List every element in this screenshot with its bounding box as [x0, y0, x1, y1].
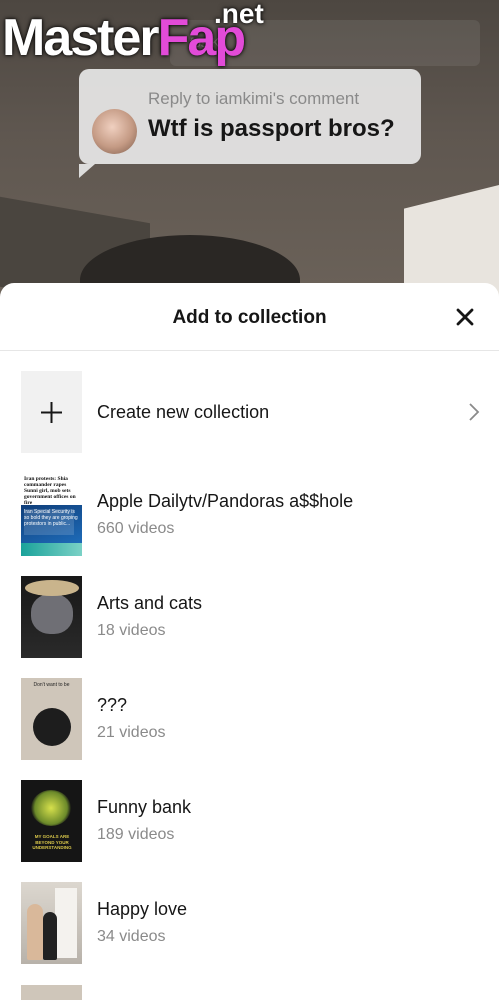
- watermark-suffix: .net: [214, 0, 264, 29]
- thumbnail-stripe: [21, 543, 82, 556]
- reply-comment-text: Wtf is passport bros?: [148, 115, 395, 142]
- collection-name: Apple Dailytv/Pandoras a$$hole: [97, 491, 354, 511]
- reply-comment-bubble[interactable]: Reply to iamkimi's comment Wtf is passpo…: [79, 69, 421, 178]
- collection-name: ???: [97, 695, 128, 715]
- thumbnail-cat: [31, 594, 73, 634]
- collection-item[interactable]: Iran protests: Shia commander rapes Sunn…: [21, 474, 481, 556]
- collection-item[interactable]: Don't want to be ??? 21 videos: [21, 678, 481, 760]
- create-collection-thumb: [21, 371, 82, 453]
- sheet-header: Add to collection: [0, 283, 499, 351]
- collection-item[interactable]: Happy love 34 videos: [21, 882, 481, 964]
- add-to-collection-sheet: Add to collection Create new collection …: [0, 283, 499, 1000]
- reply-label: Reply to iamkimi's comment: [148, 89, 360, 108]
- sheet-title: Add to collection: [172, 307, 327, 328]
- thumbnail-person: [43, 912, 57, 960]
- thumbnail-hat: [25, 580, 79, 596]
- collection-thumbnail: [21, 882, 82, 964]
- create-new-collection-row[interactable]: Create new collection: [21, 371, 481, 453]
- plus-icon: [41, 402, 62, 423]
- collection-thumbnail: [21, 576, 82, 658]
- collection-count: 21 videos: [97, 724, 166, 741]
- thumbnail-cat: [33, 708, 71, 746]
- thumbnail-headline: Iran protests: Shia commander rapes Sunn…: [24, 476, 76, 506]
- collection-count: 34 videos: [97, 928, 166, 945]
- watermark-logo: MasterFap .net: [2, 0, 264, 68]
- collection-item[interactable]: MY GOALS ARE BEYOND YOUR UNDERSTANDING F…: [21, 780, 481, 862]
- collection-thumbnail: Don't want to be: [21, 678, 82, 760]
- next-collection-thumbnail-peek: [21, 985, 82, 1000]
- collection-name: Arts and cats: [97, 593, 203, 613]
- collection-thumbnail: Iran protests: Shia commander rapes Sunn…: [21, 474, 82, 556]
- collection-count: 189 videos: [97, 826, 175, 843]
- thumbnail-overlay-panel: Iran Special Security is so bold they ar…: [21, 505, 82, 543]
- thumbnail-door: [55, 888, 77, 958]
- collection-name: Funny bank: [97, 797, 192, 817]
- thumbnail-overlay-text: Iran Special Security is so bold they ar…: [24, 509, 78, 527]
- watermark-brand-left: Master: [2, 9, 160, 67]
- close-icon[interactable]: [453, 305, 477, 329]
- collection-count: 660 videos: [97, 520, 175, 537]
- thumbnail-caption: MY GOALS ARE BEYOND YOUR UNDERSTANDING: [32, 834, 72, 850]
- thumbnail-glow: [31, 790, 71, 826]
- avatar: [92, 109, 137, 154]
- create-collection-label: Create new collection: [97, 402, 270, 422]
- collection-item[interactable]: Arts and cats 18 videos: [21, 576, 481, 658]
- thumbnail-person: [27, 904, 43, 960]
- collection-count: 18 videos: [97, 622, 166, 639]
- thumbnail-caption: Don't want to be: [33, 682, 70, 688]
- collection-thumbnail: MY GOALS ARE BEYOND YOUR UNDERSTANDING: [21, 780, 82, 862]
- chevron-right-icon: [469, 403, 480, 421]
- collection-name: Happy love: [97, 899, 188, 919]
